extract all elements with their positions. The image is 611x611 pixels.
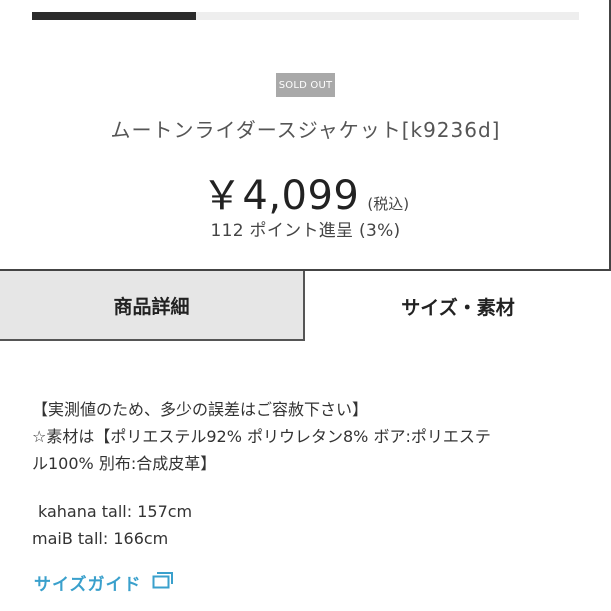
product-title: ムートンライダースジャケット[k9236d] — [110, 118, 501, 142]
progress-bar-fill — [32, 12, 197, 20]
size-guide-link[interactable]: サイズガイド — [34, 570, 174, 595]
material-line-continued: ル100% 別布:合成皮革】 — [32, 454, 217, 473]
model-height-kahana: kahana tall: 157cm — [38, 502, 193, 521]
page: SOLD OUT ムートンライダースジャケット[k9236d] ￥4,099 (… — [0, 0, 611, 611]
material-line: ☆素材は【ポリエステル92% ポリウレタン8% ボア:ポリエステ — [32, 427, 491, 446]
description-note: 【実測値のため、多少の誤差はご容赦下さい】 — [32, 400, 369, 419]
points-info: 112 ポイント進呈 (3%) — [210, 221, 401, 241]
model-height-maib: maiB tall: 166cm — [32, 529, 169, 548]
product-card: SOLD OUT ムートンライダースジャケット[k9236d] ￥4,099 (… — [0, 0, 611, 271]
price-value: ￥4,099 — [201, 173, 360, 219]
sold-out-badge: SOLD OUT — [276, 73, 335, 97]
size-guide-label: サイズガイド — [34, 575, 142, 595]
tab-product-details[interactable]: 商品詳細 — [0, 271, 305, 341]
tax-note: (税込) — [367, 195, 410, 213]
price-row: ￥4,099 (税込) — [0, 163, 611, 221]
progress-bar — [32, 12, 579, 20]
tab-bar: 商品詳細 サイズ・素材 — [0, 271, 611, 341]
tab-size-material[interactable]: サイズ・素材 — [305, 271, 611, 341]
size-material-description: 【実測値のため、多少の誤差はご容赦下さい】 ☆素材は【ポリエステル92% ポリウ… — [32, 396, 592, 552]
open-window-icon — [142, 571, 174, 594]
